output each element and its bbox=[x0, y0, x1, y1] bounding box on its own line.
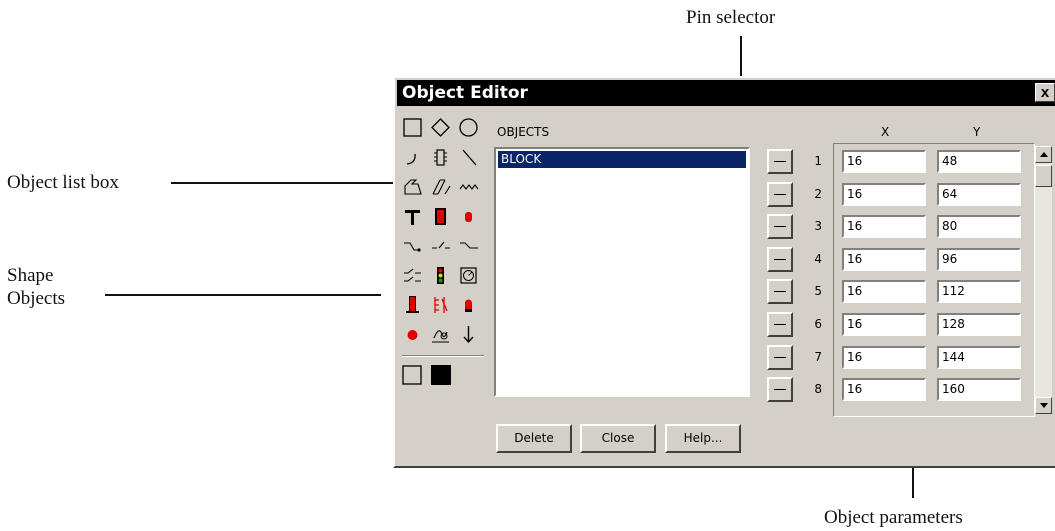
red-bulb-icon[interactable] bbox=[457, 293, 479, 315]
y-value-field[interactable]: 48 bbox=[937, 150, 1021, 173]
double-polyline-icon[interactable] bbox=[429, 175, 451, 197]
y-value-field[interactable]: 160 bbox=[937, 378, 1021, 401]
x-value-field[interactable]: 16 bbox=[842, 313, 926, 336]
diagonal-line-icon[interactable] bbox=[457, 146, 479, 168]
shape-objects-callout: Shape Objects bbox=[7, 265, 66, 309]
switch-closed-icon[interactable] bbox=[457, 234, 479, 256]
polygon-icon[interactable] bbox=[401, 175, 423, 197]
traffic-light-icon[interactable] bbox=[429, 264, 451, 286]
parameters-scrollbar[interactable] bbox=[1035, 146, 1052, 414]
gauge-icon[interactable] bbox=[457, 264, 479, 286]
x-value-field[interactable]: 16 bbox=[842, 378, 926, 401]
pin-selector-button[interactable] bbox=[767, 279, 793, 304]
y-column-header: Y bbox=[973, 125, 981, 139]
fill-color-swatch[interactable] bbox=[430, 364, 452, 386]
pin-selector-button[interactable] bbox=[767, 182, 793, 207]
x-value-field[interactable]: 16 bbox=[842, 346, 926, 369]
pin-selector-callout: Pin selector bbox=[686, 7, 776, 28]
arrow-down-icon[interactable] bbox=[457, 323, 479, 345]
object-list-box-callout: Object list box bbox=[7, 172, 119, 193]
dash-icon bbox=[774, 226, 786, 227]
x-column-header: X bbox=[881, 125, 890, 139]
switch-break-icon[interactable] bbox=[429, 234, 451, 256]
list-item-selected[interactable]: BLOCK bbox=[498, 151, 746, 168]
dash-icon bbox=[774, 291, 786, 292]
pin-selector-button[interactable] bbox=[767, 345, 793, 370]
red-dot-icon[interactable] bbox=[401, 323, 423, 345]
pin-number: 8 bbox=[814, 382, 822, 396]
object-parameters-callout: Object parameters bbox=[824, 507, 963, 528]
pin-number: 7 bbox=[814, 350, 822, 364]
triangle-up-icon bbox=[1040, 152, 1048, 157]
y-value-field[interactable]: 64 bbox=[937, 183, 1021, 206]
object-list-box[interactable]: BLOCK bbox=[494, 147, 750, 397]
scroll-down-button[interactable] bbox=[1035, 397, 1052, 414]
chip-icon[interactable] bbox=[429, 146, 451, 168]
pin-selector-button[interactable] bbox=[767, 312, 793, 337]
y-value-field[interactable]: 144 bbox=[937, 346, 1021, 369]
title-bar[interactable]: Object Editor x bbox=[397, 80, 1055, 106]
y-value-field[interactable]: 96 bbox=[937, 248, 1021, 271]
red-bar-icon[interactable] bbox=[401, 293, 423, 315]
pin-selector-button[interactable] bbox=[767, 214, 793, 239]
close-button[interactable]: Close bbox=[580, 424, 656, 453]
pin-selector-button[interactable] bbox=[767, 247, 793, 272]
delete-button[interactable]: Delete bbox=[496, 424, 572, 453]
scroll-thumb[interactable] bbox=[1035, 165, 1052, 187]
y-value-field[interactable]: 80 bbox=[937, 215, 1021, 238]
scroll-up-button[interactable] bbox=[1035, 146, 1052, 163]
relay-icon[interactable] bbox=[429, 293, 451, 315]
x-value-field[interactable]: 16 bbox=[842, 280, 926, 303]
dash-icon bbox=[774, 389, 786, 390]
diamond-icon[interactable] bbox=[429, 116, 451, 138]
y-value-field[interactable]: 112 bbox=[937, 280, 1021, 303]
double-switch-icon[interactable] bbox=[401, 264, 423, 286]
x-value-field[interactable]: 16 bbox=[842, 248, 926, 271]
shape-objects-leader-line bbox=[105, 294, 381, 296]
dash-icon bbox=[774, 259, 786, 260]
toolbox-separator bbox=[402, 355, 484, 357]
help-button[interactable]: Help... bbox=[665, 424, 741, 453]
text-tool-icon[interactable] bbox=[401, 205, 423, 227]
circle-icon[interactable] bbox=[457, 116, 479, 138]
pin-number: 6 bbox=[814, 317, 822, 331]
triangle-down-icon bbox=[1040, 403, 1048, 408]
dash-icon bbox=[774, 324, 786, 325]
red-led-icon[interactable] bbox=[457, 205, 479, 227]
rectangle-icon[interactable] bbox=[401, 116, 423, 138]
x-value-field[interactable]: 16 bbox=[842, 183, 926, 206]
dash-icon bbox=[774, 357, 786, 358]
pin-number: 5 bbox=[814, 284, 822, 298]
objects-label: OBJECTS bbox=[497, 125, 550, 139]
pin-number: 3 bbox=[814, 219, 822, 233]
dash-icon bbox=[774, 161, 786, 162]
red-block-icon[interactable] bbox=[429, 205, 451, 227]
dash-icon bbox=[774, 194, 786, 195]
arc-icon[interactable] bbox=[401, 146, 423, 168]
y-value-field[interactable]: 128 bbox=[937, 313, 1021, 336]
outline-color-swatch[interactable] bbox=[401, 364, 423, 386]
pin-selector-button[interactable] bbox=[767, 149, 793, 174]
close-window-button[interactable]: x bbox=[1035, 83, 1055, 102]
pin-selector-button[interactable] bbox=[767, 377, 793, 402]
motor-icon[interactable] bbox=[429, 323, 451, 345]
switch-open-icon[interactable] bbox=[401, 234, 423, 256]
pin-number: 4 bbox=[814, 252, 822, 266]
pin-number: 2 bbox=[814, 187, 822, 201]
window-title: Object Editor bbox=[402, 83, 528, 103]
pin-number: 1 bbox=[814, 154, 822, 168]
x-value-field[interactable]: 16 bbox=[842, 150, 926, 173]
zigzag-icon[interactable] bbox=[457, 175, 479, 197]
x-value-field[interactable]: 16 bbox=[842, 215, 926, 238]
